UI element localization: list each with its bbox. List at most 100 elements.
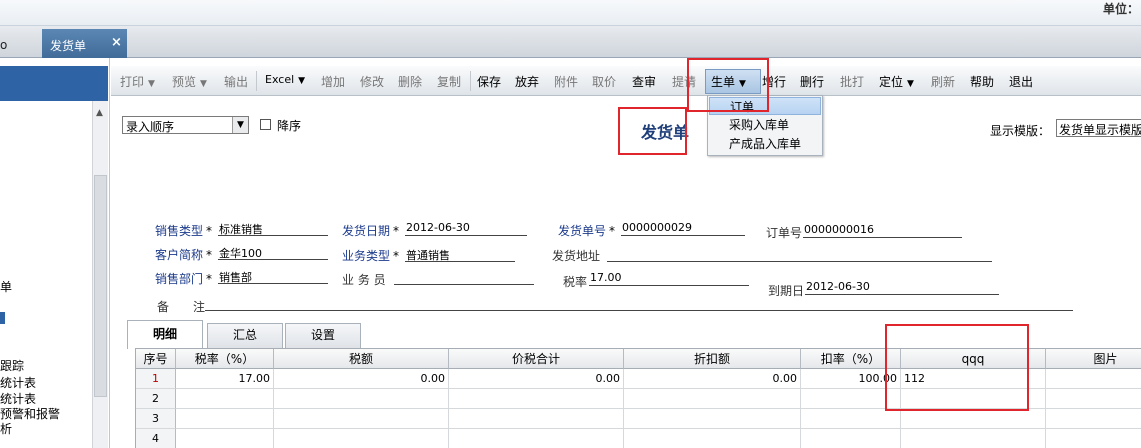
close-icon[interactable]: × — [111, 35, 122, 50]
column-header[interactable]: qqq — [901, 349, 1046, 369]
add-row-button[interactable]: 增行 — [762, 73, 786, 90]
sort-order-select[interactable]: 录入顺序 ▼ — [122, 116, 249, 134]
batch-print-button[interactable]: 批打 — [840, 73, 864, 90]
template-value: 发货单显示模版 — [1059, 123, 1141, 137]
grid-cell[interactable] — [901, 389, 1046, 409]
sidebar-item[interactable]: 析 — [0, 420, 12, 437]
sort-order-value: 录入顺序 — [126, 120, 175, 134]
ship-date-field[interactable]: 2012-06-30 — [405, 221, 527, 236]
grid-cell[interactable] — [801, 389, 901, 409]
sidebar-scrollbar[interactable] — [92, 101, 108, 448]
descending-checkbox[interactable] — [260, 119, 271, 130]
grid-cell[interactable] — [176, 409, 274, 429]
scroll-thumb[interactable] — [94, 175, 107, 397]
grid-cell[interactable] — [624, 429, 801, 448]
sales-dept-field[interactable]: 销售部 — [218, 269, 328, 284]
salesman-field[interactable] — [394, 270, 534, 285]
column-header[interactable]: 税率（%） — [176, 349, 274, 369]
attachment-button[interactable]: 附件 — [554, 73, 578, 90]
sales-dept-label: 销售部门 * — [155, 272, 213, 286]
exit-button[interactable]: 退出 — [1009, 73, 1033, 90]
grid-cell[interactable] — [449, 389, 624, 409]
grid-cell[interactable] — [1046, 369, 1141, 389]
refresh-button[interactable]: 刷新 — [931, 73, 955, 90]
row-number[interactable]: 4 — [136, 429, 176, 448]
due-date-field[interactable]: 2012-06-30 — [805, 280, 999, 295]
grid-cell[interactable] — [274, 409, 449, 429]
column-header[interactable]: 价税合计 — [449, 349, 624, 369]
generate-order-button[interactable]: 生单 ▼ — [711, 73, 746, 90]
sidebar-item[interactable]: 跟踪 — [0, 357, 24, 374]
grid-cell[interactable] — [176, 429, 274, 448]
tab-detail[interactable]: 明细 — [127, 320, 203, 349]
grid-cell[interactable] — [176, 389, 274, 409]
export-button[interactable]: 输出 — [224, 73, 248, 90]
grid-cell[interactable] — [901, 409, 1046, 429]
row-number[interactable]: 3 — [136, 409, 176, 429]
sales-type-field[interactable]: 标准销售 — [218, 221, 328, 236]
edit-button[interactable]: 修改 — [360, 73, 384, 90]
sidebar: ▲ 单 跟踪 统计表 统计表 预警和报警 析 — [0, 58, 110, 448]
template-select[interactable]: 发货单显示模版 — [1056, 119, 1141, 137]
column-header[interactable]: 序号 — [136, 349, 176, 369]
customer-field[interactable]: 金华100 — [218, 245, 328, 260]
grid-cell[interactable] — [624, 409, 801, 429]
get-price-button[interactable]: 取价 — [592, 73, 616, 90]
row-number[interactable]: 2 — [136, 389, 176, 409]
tab-delivery-note[interactable]: 发货单 × — [42, 29, 127, 58]
column-header[interactable]: 图片 — [1046, 349, 1141, 369]
page-title: 发货单 — [641, 123, 690, 142]
ship-address-field[interactable] — [607, 247, 992, 262]
row-number[interactable]: 1 — [136, 369, 176, 389]
grid-cell[interactable] — [801, 429, 901, 448]
chevron-down-icon[interactable]: ▼ — [232, 117, 248, 133]
excel-button[interactable]: Excel ▼ — [265, 73, 305, 86]
grid-cell[interactable] — [274, 429, 449, 448]
scroll-up-icon[interactable]: ▲ — [96, 108, 103, 118]
order-no-field[interactable]: 0000000016 — [803, 223, 962, 238]
grid-cell[interactable] — [801, 409, 901, 429]
sales-type-label: 销售类型 * — [155, 224, 213, 238]
grid-cell[interactable]: 0.00 — [449, 369, 624, 389]
sidebar-item[interactable]: 单 — [0, 278, 12, 295]
save-button[interactable]: 保存 — [477, 73, 501, 90]
ship-no-field[interactable]: 0000000029 — [621, 221, 745, 236]
menu-item-product-receipt[interactable]: 产成品入库单 — [709, 135, 821, 153]
locate-button[interactable]: 定位 ▼ — [879, 73, 914, 90]
copy-button[interactable]: 复制 — [437, 73, 461, 90]
column-header[interactable]: 税额 — [274, 349, 449, 369]
grid-cell[interactable]: 100.00 — [801, 369, 901, 389]
grid-cell[interactable]: 112 — [901, 369, 1046, 389]
column-header[interactable]: 扣率（%） — [801, 349, 901, 369]
audit-button[interactable]: 查审 — [632, 73, 656, 90]
menu-item-purchase-receipt[interactable]: 采购入库单 — [709, 116, 821, 134]
help-button[interactable]: 帮助 — [970, 73, 994, 90]
grid-cell[interactable] — [1046, 409, 1141, 429]
tab-fragment[interactable]: o — [0, 38, 7, 52]
request-button[interactable]: 提请 — [672, 73, 696, 90]
grid-cell[interactable] — [1046, 429, 1141, 448]
tab-summary[interactable]: 汇总 — [207, 323, 283, 348]
tab-settings[interactable]: 设置 — [285, 323, 361, 348]
grid-cell[interactable]: 0.00 — [624, 369, 801, 389]
grid-cell[interactable] — [449, 409, 624, 429]
grid-cell[interactable]: 17.00 — [176, 369, 274, 389]
column-header[interactable]: 折扣额 — [624, 349, 801, 369]
print-button[interactable]: 打印 ▼ — [120, 73, 155, 90]
grid-cell[interactable]: 0.00 — [274, 369, 449, 389]
preview-button[interactable]: 预览 ▼ — [172, 73, 207, 90]
delete-row-button[interactable]: 删行 — [800, 73, 824, 90]
menu-item-order[interactable]: 订单 — [709, 97, 821, 115]
remark-field[interactable] — [205, 296, 1073, 311]
grid-cell[interactable] — [449, 429, 624, 448]
biz-type-field[interactable]: 普通销售 — [405, 247, 515, 262]
discard-button[interactable]: 放弃 — [515, 73, 539, 90]
grid-cell[interactable] — [624, 389, 801, 409]
grid-cell[interactable] — [274, 389, 449, 409]
grid-cell[interactable] — [1046, 389, 1141, 409]
sidebar-item[interactable]: 统计表 — [0, 374, 36, 391]
delete-button[interactable]: 删除 — [398, 73, 422, 90]
add-button[interactable]: 增加 — [321, 73, 345, 90]
tax-rate-field[interactable]: 17.00 — [589, 271, 749, 286]
grid-cell[interactable] — [901, 429, 1046, 448]
